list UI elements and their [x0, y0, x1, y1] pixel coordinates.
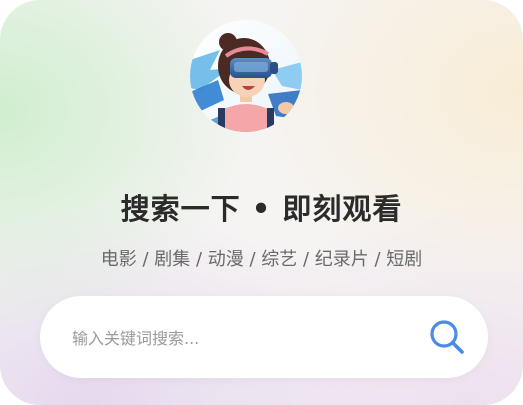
search-bar: [40, 296, 488, 380]
search-card: 搜索一下 • 即刻观看 电影 / 剧集 / 动漫 / 综艺 / 纪录片 / 短剧: [0, 0, 523, 405]
category-list: 电影 / 剧集 / 动漫 / 综艺 / 纪录片 / 短剧: [100, 249, 423, 270]
page-title: 搜索一下 • 即刻观看: [120, 192, 403, 226]
search-input[interactable]: [70, 296, 434, 380]
search-button[interactable]: [426, 316, 468, 358]
search-icon: [430, 320, 464, 354]
vr-girl-avatar: [190, 20, 302, 132]
